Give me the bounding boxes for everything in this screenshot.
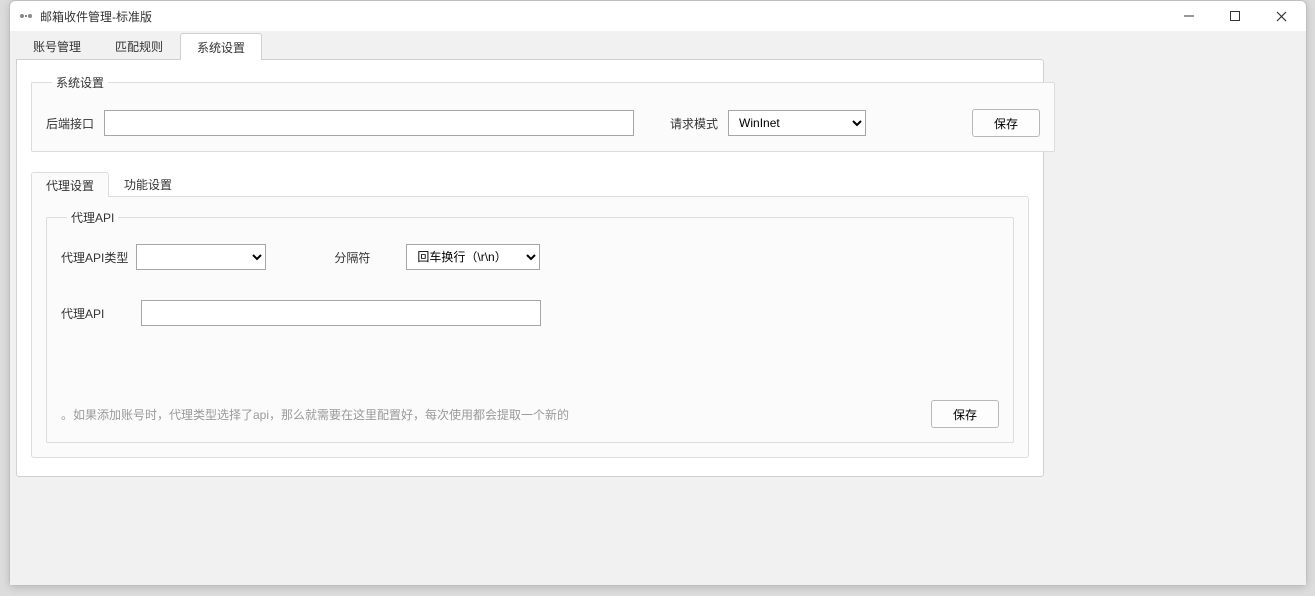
client-area: 账号管理 匹配规则 系统设置 系统设置 后端接口 请求模式 WinInet 保存 — [10, 31, 1306, 585]
proxy-api-label: 代理API — [61, 305, 133, 322]
delimiter-label: 分隔符 — [334, 249, 370, 266]
backend-input[interactable] — [104, 110, 634, 136]
request-mode-label: 请求模式 — [670, 115, 718, 132]
tab-system-settings[interactable]: 系统设置 — [180, 33, 262, 60]
inner-tabstrip: 代理设置 功能设置 — [31, 172, 1029, 196]
system-row: 后端接口 请求模式 WinInet 保存 — [46, 109, 1040, 137]
proxy-hint: 。如果添加账号时，代理类型选择了api，那么就需要在这里配置好，每次使用都会提取… — [61, 406, 569, 423]
window-controls — [1166, 1, 1304, 31]
proxy-type-row: 代理API类型 分隔符 回车换行（\r\n） — [61, 244, 999, 270]
app-window: 邮箱收件管理-标准版 账号管理 匹配规则 系统设置 系统设置 后端接口 — [9, 0, 1307, 586]
close-button[interactable] — [1258, 1, 1304, 31]
proxy-api-legend: 代理API — [67, 209, 118, 226]
backend-label: 后端接口 — [46, 115, 94, 132]
main-tabstrip: 账号管理 匹配规则 系统设置 — [16, 33, 1300, 59]
system-settings-group: 系统设置 后端接口 请求模式 WinInet 保存 — [31, 74, 1055, 152]
maximize-button[interactable] — [1212, 1, 1258, 31]
proxy-api-type-label: 代理API类型 — [61, 249, 128, 266]
delimiter-select[interactable]: 回车换行（\r\n） — [406, 244, 540, 270]
proxy-api-row: 代理API — [61, 300, 999, 326]
proxy-api-input[interactable] — [141, 300, 541, 326]
system-save-button[interactable]: 保存 — [972, 109, 1040, 137]
tab-proxy-settings[interactable]: 代理设置 — [31, 172, 109, 197]
tab-function-settings[interactable]: 功能设置 — [109, 171, 187, 196]
proxy-footer-row: 。如果添加账号时，代理类型选择了api，那么就需要在这里配置好，每次使用都会提取… — [61, 400, 999, 428]
window-title: 邮箱收件管理-标准版 — [40, 8, 152, 25]
app-icon — [18, 8, 34, 24]
request-mode-select[interactable]: WinInet — [728, 110, 866, 136]
proxy-api-group: 代理API 代理API类型 分隔符 回车换行（\r\n） — [46, 209, 1014, 443]
proxy-save-button[interactable]: 保存 — [931, 400, 999, 428]
system-settings-legend: 系统设置 — [52, 74, 108, 91]
system-settings-panel: 系统设置 后端接口 请求模式 WinInet 保存 代理设置 功能设置 — [16, 59, 1044, 477]
tab-match-rules[interactable]: 匹配规则 — [98, 32, 180, 59]
proxy-settings-panel: 代理API 代理API类型 分隔符 回车换行（\r\n） — [31, 196, 1029, 458]
title-bar: 邮箱收件管理-标准版 — [10, 1, 1306, 31]
tab-accounts[interactable]: 账号管理 — [16, 32, 98, 59]
proxy-api-type-select[interactable] — [136, 244, 266, 270]
minimize-button[interactable] — [1166, 1, 1212, 31]
